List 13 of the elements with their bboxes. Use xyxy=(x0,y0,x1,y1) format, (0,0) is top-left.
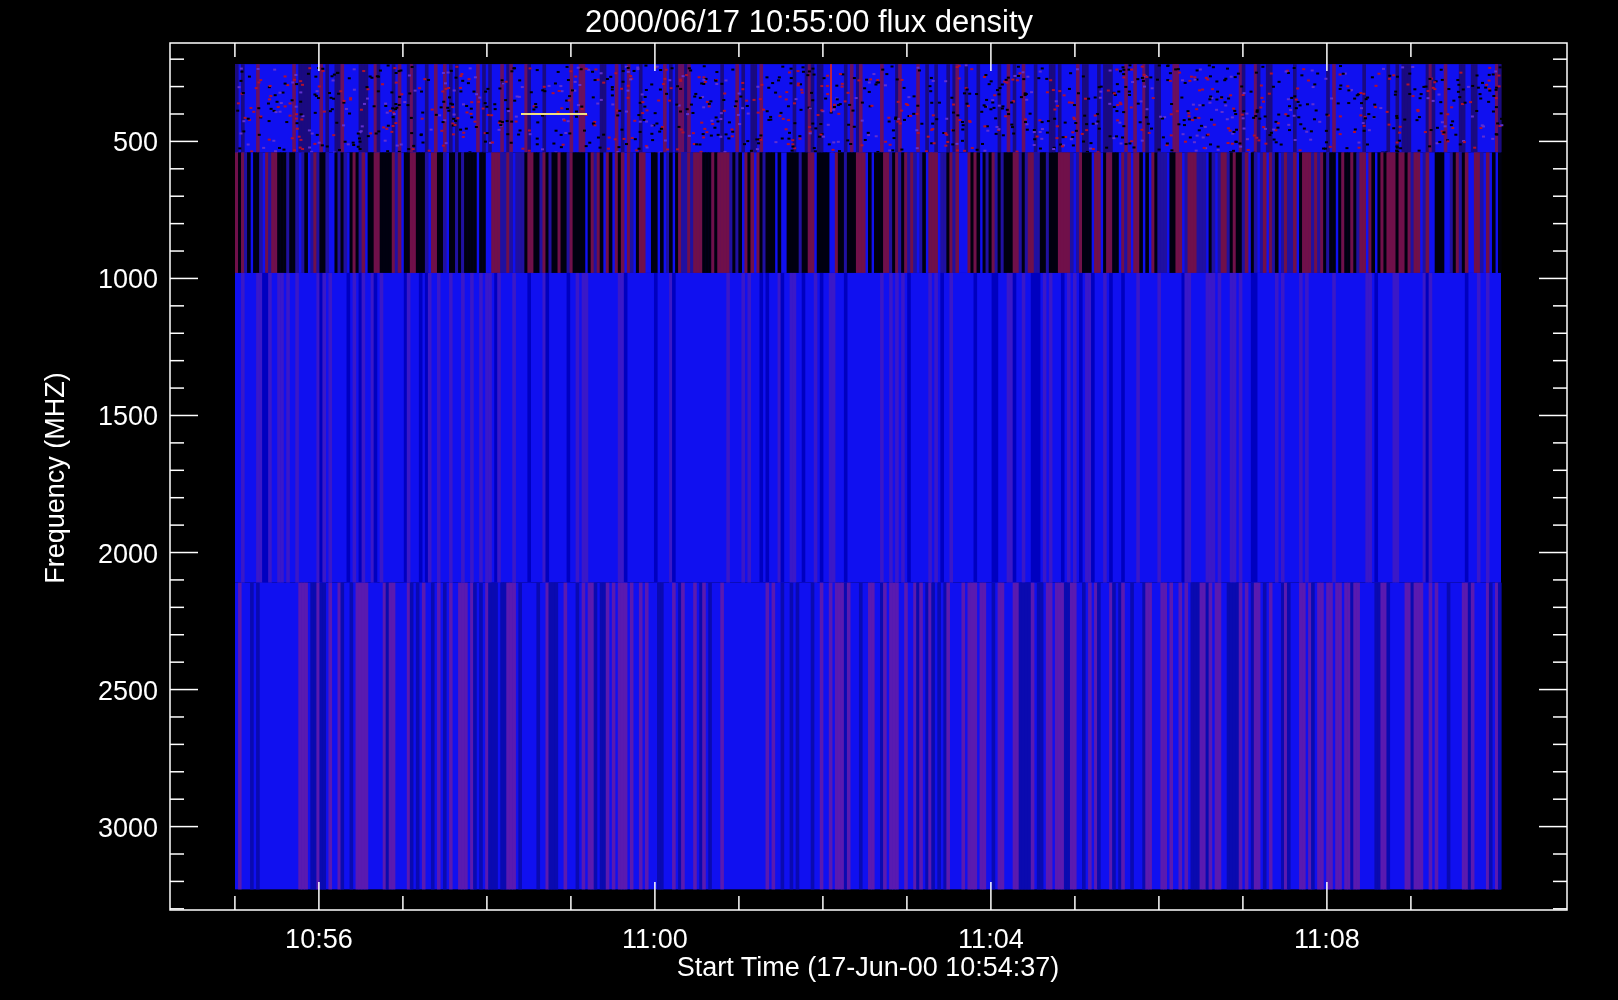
plot-title: 2000/06/17 10:55:00 flux density xyxy=(584,4,1034,39)
x-tick-label: 11:08 xyxy=(1294,924,1360,954)
y-tick-label: 500 xyxy=(112,127,158,158)
y-tick-label: 2500 xyxy=(97,675,158,706)
y-tick-label: 2000 xyxy=(97,538,158,569)
y-axis-label: Frequency (MHZ) xyxy=(40,372,70,584)
x-tick-label: 10:56 xyxy=(285,924,353,954)
x-tick-label: 11:04 xyxy=(958,924,1024,954)
x-axis-label: Start Time (17-Jun-00 10:54:37) xyxy=(676,952,1060,982)
y-tick-label: 1500 xyxy=(97,401,158,432)
x-tick-label: 11:00 xyxy=(622,924,688,954)
y-tick-label: 3000 xyxy=(97,812,158,843)
y-tick-label: 1000 xyxy=(97,264,158,295)
